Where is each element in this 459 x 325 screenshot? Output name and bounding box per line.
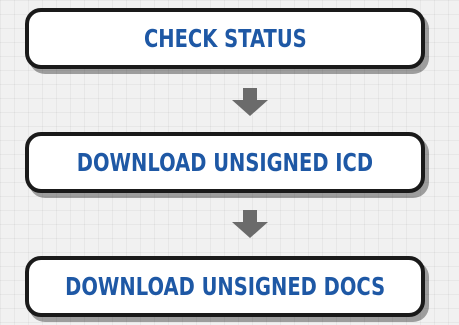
step-box-check-status[interactable]: CHECK STATUS [25,8,425,69]
down-arrow-icon [232,88,268,116]
step-label: CHECK STATUS [143,24,307,53]
step-box-download-unsigned-docs[interactable]: DOWNLOAD UNSIGNED DOCS [25,256,425,317]
down-arrow-icon [232,210,268,238]
step-box-download-unsigned-icd[interactable]: DOWNLOAD UNSIGNED ICD [25,132,425,193]
step-label: DOWNLOAD UNSIGNED DOCS [65,272,386,301]
step-label: DOWNLOAD UNSIGNED ICD [76,148,374,177]
